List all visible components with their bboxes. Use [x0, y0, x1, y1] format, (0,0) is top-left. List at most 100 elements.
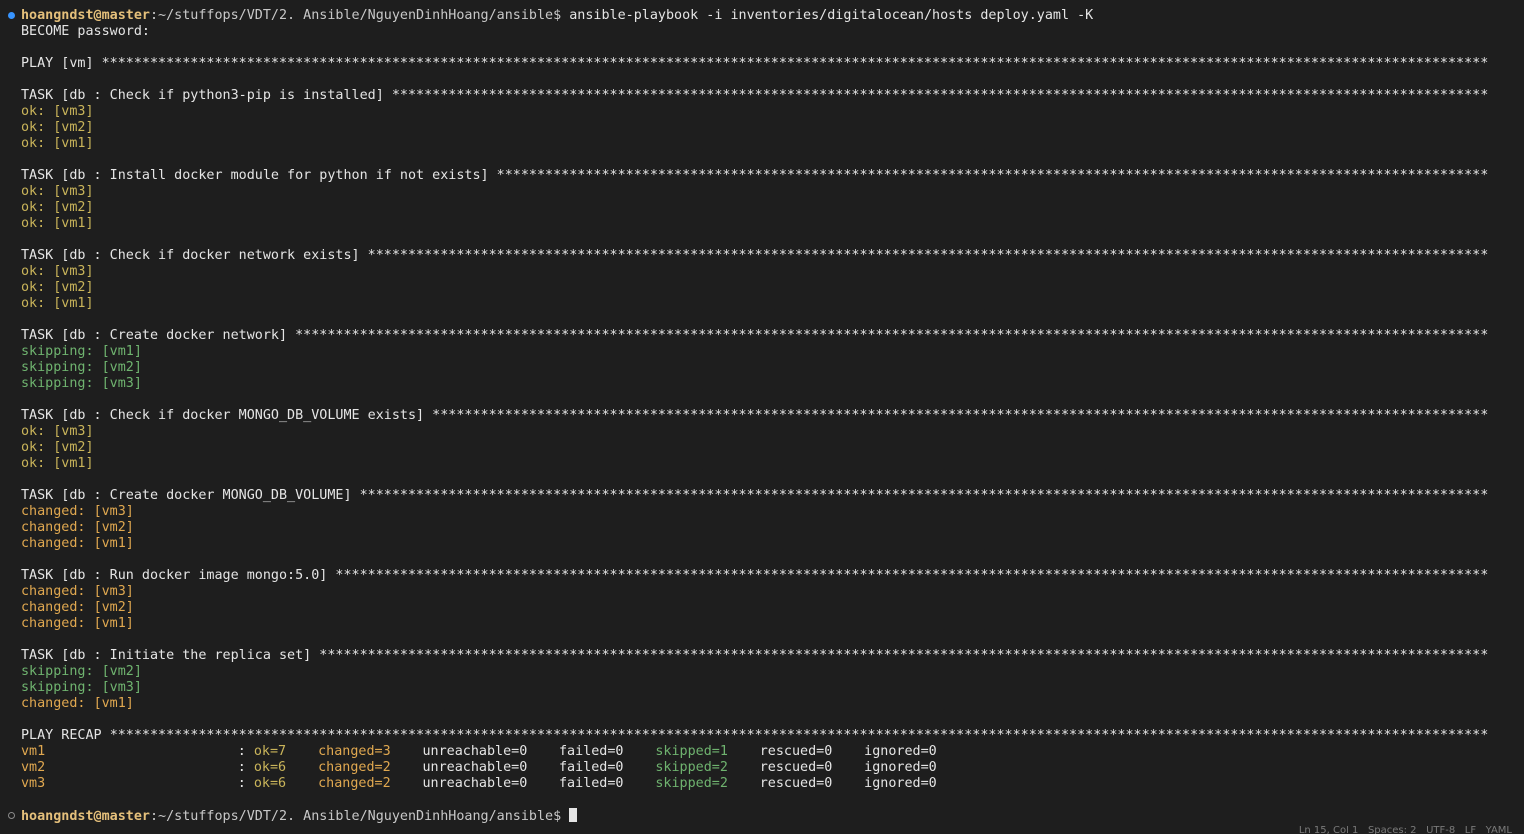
recap-sep: :: [237, 776, 246, 791]
result-status: changed:: [21, 536, 86, 551]
recap-rescued: rescued=0: [759, 760, 833, 775]
separator-stars: ****************************************…: [391, 88, 1489, 103]
result-host: [vm2]: [53, 200, 94, 215]
result-host: [vm2]: [53, 440, 94, 455]
task-header: TASK [db : Create docker network] ******…: [21, 328, 1488, 344]
task-result: skipping: [vm3]: [21, 680, 142, 696]
result-status: ok:: [21, 136, 46, 151]
result-status: ok:: [21, 264, 46, 279]
separator-stars: ****************************************…: [109, 728, 1489, 743]
separator-stars: ****************************************…: [432, 408, 1489, 423]
circle-filled-icon[interactable]: [8, 12, 15, 19]
task-header: TASK [db : Initiate the replica set] ***…: [21, 648, 1488, 664]
command-line: hoangndst@master:~/stuffops/VDT/2. Ansib…: [21, 8, 1093, 24]
task-header: TASK [db : Run docker image mongo:5.0] *…: [21, 568, 1488, 584]
task-title: TASK [db : Create docker MONGO_DB_VOLUME…: [21, 488, 360, 503]
recap-row: vm2: ok=6 changed=2 unreachable=0 failed=0 sk…: [21, 760, 981, 776]
task-result: ok: [vm3]: [21, 424, 94, 440]
task-result: skipping: [vm2]: [21, 664, 142, 680]
terminal-output[interactable]: hoangndst@master:~/stuffops/VDT/2. Ansib…: [0, 8, 1524, 824]
task-header: TASK [db : Create docker MONGO_DB_VOLUME…: [21, 488, 1488, 504]
task-result: ok: [vm3]: [21, 184, 94, 200]
result-status: ok:: [21, 104, 46, 119]
result-status: ok:: [21, 440, 46, 455]
task-header: TASK [db : Check if docker network exist…: [21, 248, 1488, 264]
recap-failed: failed=0: [559, 760, 624, 775]
recap-skipped: skipped=2: [655, 760, 728, 775]
task-result: changed: [vm2]: [21, 520, 134, 536]
circle-hollow-icon[interactable]: [8, 812, 15, 819]
separator-stars: ****************************************…: [496, 168, 1489, 183]
recap-ok: ok=7: [253, 744, 287, 759]
status-bar-text: Ln 15, Col 1 Spaces: 2 UTF-8 LF YAML: [1298, 826, 1512, 834]
recap-sep: :: [237, 760, 246, 775]
result-status: changed:: [21, 504, 86, 519]
result-status: changed:: [21, 600, 86, 615]
result-space: [94, 344, 102, 359]
result-status: ok:: [21, 456, 46, 471]
separator-stars: ****************************************…: [319, 648, 1489, 663]
result-status: ok:: [21, 296, 46, 311]
prompt-path: :~/stuffops/VDT/2. Ansible/NguyenDinhHoa…: [150, 809, 562, 824]
recap-skipped: skipped=2: [655, 776, 728, 791]
task-result: changed: [vm1]: [21, 536, 134, 552]
result-space: [94, 680, 102, 695]
task-result: ok: [vm1]: [21, 456, 94, 472]
result-status: skipping:: [21, 664, 94, 679]
task-result: changed: [vm1]: [21, 696, 134, 712]
result-status: changed:: [21, 520, 86, 535]
task-result: skipping: [vm1]: [21, 344, 142, 360]
result-space: [94, 360, 102, 375]
task-result: changed: [vm2]: [21, 600, 134, 616]
recap-ignored: ignored=0: [864, 776, 937, 791]
recap-changed: changed=3: [318, 744, 391, 759]
result-space: [86, 504, 94, 519]
task-title: TASK [db : Check if docker network exist…: [21, 248, 368, 263]
result-host: [vm3]: [53, 424, 94, 439]
recap-unreachable: unreachable=0: [422, 744, 528, 759]
result-host: [vm2]: [101, 664, 142, 679]
result-host: [vm3]: [93, 504, 134, 519]
task-title: TASK [db : Check if python3-pip is insta…: [21, 88, 392, 103]
play-title: PLAY [vm]: [21, 56, 102, 71]
task-header: TASK [db : Install docker module for pyt…: [21, 168, 1488, 184]
result-host: [vm3]: [53, 184, 94, 199]
become-prompt: BECOME password:: [21, 24, 150, 39]
result-space: [86, 616, 94, 631]
task-header: TASK [db : Check if docker MONGO_DB_VOLU…: [21, 408, 1488, 424]
result-status: ok:: [21, 280, 46, 295]
recap-row: vm1: ok=7 changed=3 unreachable=0 failed=0 sk…: [21, 744, 981, 760]
result-space: [86, 520, 94, 535]
result-space: [86, 536, 94, 551]
recap-ok: ok=6: [253, 760, 287, 775]
recap-rescued: rescued=0: [759, 744, 833, 759]
result-status: changed:: [21, 584, 86, 599]
recap-host: vm3: [21, 776, 46, 791]
result-status: ok:: [21, 216, 46, 231]
result-host: [vm3]: [53, 264, 94, 279]
result-host: [vm1]: [93, 536, 134, 551]
result-host: [vm3]: [101, 680, 142, 695]
status-bar: Ln 15, Col 1 Spaces: 2 UTF-8 LF YAML: [0, 824, 1524, 834]
task-result: changed: [vm3]: [21, 584, 134, 600]
separator-stars: ****************************************…: [359, 488, 1489, 503]
command-text: ansible-playbook -i inventories/digitalo…: [561, 8, 1094, 23]
result-status: ok:: [21, 120, 46, 135]
result-host: [vm1]: [53, 136, 94, 151]
prompt-path: :~/stuffops/VDT/2. Ansible/NguyenDinhHoa…: [150, 8, 562, 23]
task-result: ok: [vm2]: [21, 120, 94, 136]
prompt-user: hoangndst@master: [21, 809, 150, 824]
recap-ignored: ignored=0: [864, 744, 937, 759]
result-status: skipping:: [21, 360, 94, 375]
task-title: TASK [db : Initiate the replica set]: [21, 648, 320, 663]
separator-stars: ****************************************…: [335, 568, 1489, 583]
text-cursor: [569, 808, 578, 822]
result-host: [vm2]: [53, 280, 94, 295]
recap-changed: changed=2: [318, 760, 391, 775]
result-space: [86, 584, 94, 599]
result-space: [94, 664, 102, 679]
recap-unreachable: unreachable=0: [422, 776, 528, 791]
result-host: [vm1]: [53, 216, 94, 231]
task-result: ok: [vm2]: [21, 280, 94, 296]
